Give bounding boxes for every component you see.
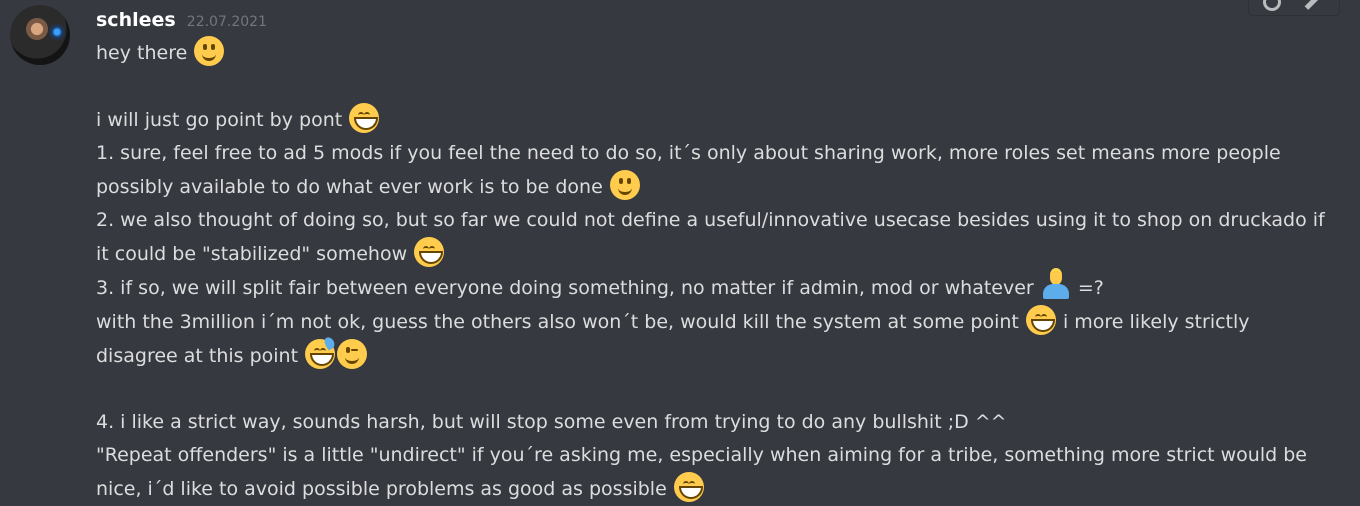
- message-text: with the 3million i´m not ok, guess the …: [96, 311, 1019, 333]
- message-line: i will just go point by pont: [96, 103, 1336, 137]
- message-line: 1. sure, feel free to ad 5 mods if you f…: [96, 137, 1336, 204]
- winking-face-icon: [337, 339, 368, 369]
- message-text: 3. if so, we will split fair between eve…: [96, 277, 1034, 299]
- message-header: schlees 22.07.2021: [96, 8, 267, 32]
- slightly-smiling-face-icon: [194, 36, 225, 66]
- message-line: 4. i like a strict way, sounds harsh, bu…: [96, 406, 1336, 439]
- message-text: =?: [1077, 277, 1104, 299]
- message-line: hey there: [96, 36, 1336, 70]
- message-text: 2. we also thought of doing so, but so f…: [96, 209, 1325, 265]
- message-text: i will just go point by pont: [96, 109, 343, 131]
- message-line: 2. we also thought of doing so, but so f…: [96, 204, 1336, 271]
- slightly-smiling-face-icon: [609, 170, 640, 200]
- user-avatar[interactable]: [10, 5, 70, 65]
- message-line: "Repeat offenders" is a little "undirect…: [96, 439, 1336, 506]
- message-timestamp: 22.07.2021: [186, 14, 267, 30]
- message-body: hey there i will just go point by pont 1…: [96, 36, 1336, 506]
- message-line: with the 3million i´m not ok, guess the …: [96, 305, 1336, 373]
- grinning-face-smiling-eyes-icon: [349, 103, 380, 133]
- person-shrugging-icon: [1041, 271, 1071, 301]
- grinning-face-smiling-eyes-icon: [414, 237, 445, 267]
- message-actions-toolbar: [1248, 0, 1340, 16]
- add-reaction-icon[interactable]: [1263, 0, 1281, 11]
- grinning-face-smiling-eyes-icon: [1025, 305, 1056, 335]
- message-line: 3. if so, we will split fair between eve…: [96, 271, 1336, 305]
- message-text: 4. i like a strict way, sounds harsh, bu…: [96, 411, 1007, 433]
- chat-message: schlees 22.07.2021 hey there i will just…: [0, 0, 1360, 506]
- edit-pencil-icon[interactable]: [1305, 0, 1323, 11]
- message-text: 1. sure, feel free to ad 5 mods if you f…: [96, 142, 1281, 198]
- username[interactable]: schlees: [96, 9, 176, 31]
- grinning-face-smiling-eyes-icon: [673, 472, 704, 502]
- grinning-face-with-sweat-icon: [305, 339, 336, 369]
- message-text: hey there: [96, 42, 188, 64]
